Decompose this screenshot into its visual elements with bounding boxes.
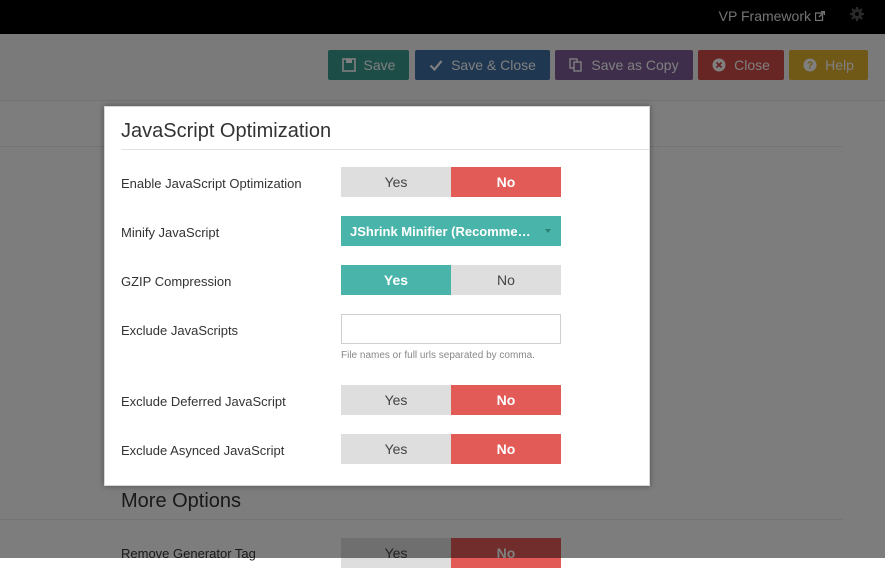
gzip-compression-label: GZIP Compression (121, 274, 232, 289)
exclude-deferred-js-toggle[interactable]: Yes No (341, 385, 561, 415)
toggle-no-option[interactable]: No (451, 167, 561, 197)
modal-title: JavaScript Optimization (121, 120, 332, 142)
toggle-yes-option[interactable]: Yes (341, 265, 451, 295)
toggle-yes-option[interactable]: Yes (341, 385, 451, 415)
minify-js-select[interactable]: JShrink Minifier (Recommended) (341, 216, 561, 246)
javascript-optimization-modal: JavaScript Optimization Enable JavaScrip… (104, 106, 650, 486)
exclude-javascripts-input[interactable] (341, 314, 561, 344)
enable-js-optimization-label: Enable JavaScript Optimization (121, 176, 302, 191)
exclude-javascripts-label: Exclude JavaScripts (121, 323, 239, 338)
enable-js-optimization-toggle[interactable]: Yes No (341, 167, 561, 197)
minify-js-label: Minify JavaScript (121, 225, 220, 240)
toggle-no-option[interactable]: No (451, 434, 561, 464)
caret-down-icon (545, 229, 551, 233)
toggle-no-option[interactable]: No (451, 265, 561, 295)
toggle-yes-option[interactable]: Yes (341, 167, 451, 197)
exclude-asynced-js-label: Exclude Asynced JavaScript (121, 443, 285, 458)
toggle-no-option[interactable]: No (451, 385, 561, 415)
minify-js-selected-value: JShrink Minifier (Recommended) (350, 223, 535, 239)
exclude-javascripts-help: File names or full urls separated by com… (341, 350, 535, 361)
divider (121, 149, 649, 150)
exclude-deferred-js-label: Exclude Deferred JavaScript (121, 394, 286, 409)
gzip-compression-toggle[interactable]: Yes No (341, 265, 561, 295)
toggle-yes-option[interactable]: Yes (341, 434, 451, 464)
exclude-asynced-js-toggle[interactable]: Yes No (341, 434, 561, 464)
